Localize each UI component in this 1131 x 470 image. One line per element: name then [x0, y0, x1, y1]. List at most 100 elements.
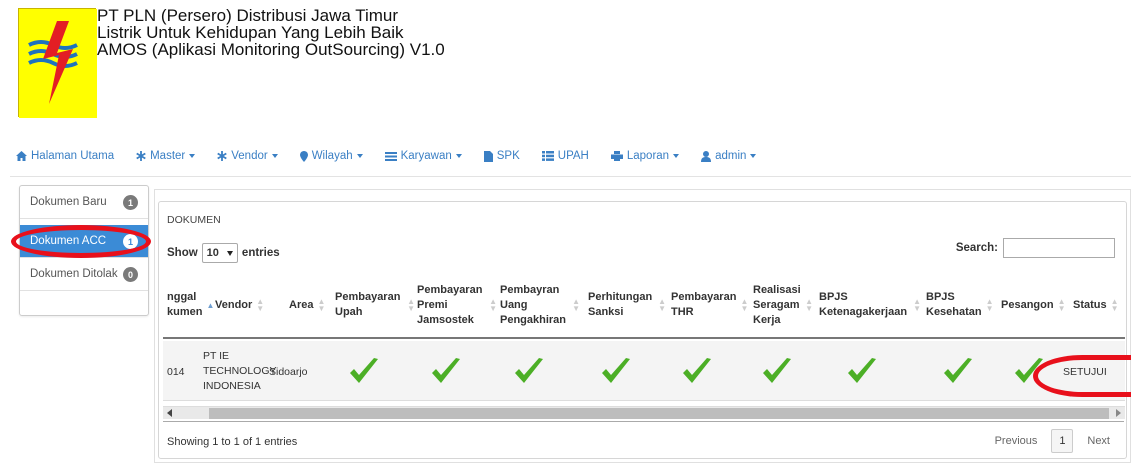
- asterisk-icon: [136, 151, 146, 161]
- column-header-pembayaran-thr[interactable]: Pembayaran THR ▲ ▼: [671, 273, 748, 337]
- column-header-bpjs-kesehatan[interactable]: BPJS Kesehatan ▲ ▼: [926, 273, 994, 337]
- main-navbar: Halaman Utama Master Vendor Wilayah Kary…: [16, 145, 778, 167]
- column-header-label: Pesangon: [1001, 298, 1054, 311]
- scrollbar-thumb[interactable]: [209, 408, 1109, 419]
- nav-master[interactable]: Master: [136, 150, 196, 162]
- sort-asc-icon: ▲: [206, 300, 215, 310]
- chevron-down-icon: [673, 154, 680, 158]
- entries-label: entries: [241, 247, 280, 259]
- header-text: PT PLN (Persero) Distribusi Jawa Timur L…: [97, 7, 445, 58]
- column-header-label: Pembayran Uang Pengakhiran: [500, 283, 567, 326]
- sort-icon: ▲ ▼: [256, 297, 265, 313]
- print-icon: [610, 151, 623, 161]
- sidebar-item-label: Dokumen ACC: [30, 235, 107, 247]
- sort-icon: ▲ ▼: [658, 297, 666, 313]
- nav-vendor[interactable]: Vendor: [217, 150, 278, 162]
- sort-icon: ▲ ▼: [740, 297, 749, 313]
- sidebar: Dokumen Baru 1 Dokumen ACC 1 Dokumen Dit…: [19, 185, 149, 316]
- next-button[interactable]: Next: [1079, 429, 1118, 453]
- nav-label: SPK: [496, 150, 520, 162]
- column-header-bpjs-ketenagakerjaan[interactable]: BPJS Ketenagakerjaan ▲ ▼: [819, 273, 921, 337]
- nav-halaman-utama[interactable]: Halaman Utama: [16, 150, 114, 162]
- dokumen-panel: DOKUMEN Show 10 entries Search: nggal ku…: [158, 201, 1127, 459]
- previous-button[interactable]: Previous: [987, 429, 1046, 453]
- column-header-label: BPJS Kesehatan: [926, 291, 982, 318]
- sort-icon: ▲ ▼: [985, 297, 994, 313]
- column-header-realisasi-seragam[interactable]: Realisasi Seragam Kerja ▲ ▼: [753, 273, 813, 337]
- sort-icon: ▲ ▼: [913, 297, 921, 313]
- sidebar-item-label: Dokumen Ditolak: [30, 268, 118, 280]
- check-icon: [848, 358, 876, 383]
- check-icon: [944, 358, 972, 383]
- sidebar-item-label: Dokumen Baru: [30, 196, 107, 208]
- column-header-pesangon[interactable]: Pesangon ▲ ▼: [1001, 273, 1066, 337]
- sort-icon: ▲ ▼: [1110, 297, 1119, 313]
- chevron-down-icon: [750, 154, 757, 158]
- sort-icon: ▲ ▼: [805, 297, 813, 313]
- sort-icon: ▲ ▼: [572, 297, 580, 313]
- horizontal-scrollbar[interactable]: [163, 406, 1125, 419]
- chevron-down-icon: [356, 154, 363, 158]
- check-icon: [515, 358, 543, 383]
- column-header-label: Vendor: [215, 298, 253, 311]
- nav-label: Master: [150, 150, 186, 162]
- nav-label: UPAH: [557, 150, 589, 162]
- column-header-pembayaran-upah[interactable]: Pembayaran Upah ▲ ▼: [335, 273, 415, 337]
- header-app-name: AMOS (Aplikasi Monitoring OutSourcing) V…: [97, 40, 445, 59]
- list-icon: [541, 151, 554, 161]
- column-header-label: Realisasi Seragam Kerja: [753, 283, 801, 326]
- header-slogan: Listrik Untuk Kehidupan Yang Lebih Baik: [97, 23, 404, 42]
- sidebar-item-dokumen-acc[interactable]: Dokumen ACC 1: [20, 225, 148, 258]
- status-badge: SETUJUI: [1063, 366, 1107, 378]
- sort-icon: ▲ ▼: [407, 297, 415, 313]
- column-header-label: nggal kumen: [167, 291, 203, 318]
- nav-admin[interactable]: admin: [701, 150, 757, 162]
- pln-logo: [18, 8, 97, 118]
- pagination: Previous 1 Next: [987, 429, 1118, 453]
- nav-laporan[interactable]: Laporan: [610, 150, 680, 162]
- search-label: Search:: [955, 242, 998, 254]
- column-header-uang-pengakhiran[interactable]: Pembayran Uang Pengakhiran ▲ ▼: [500, 273, 580, 337]
- nav-label: Vendor: [231, 150, 268, 162]
- nav-spk[interactable]: SPK: [483, 150, 520, 162]
- file-icon: [483, 150, 493, 162]
- column-header-premi-jamsostek[interactable]: Pembayaran Premi Jamsostek ▲ ▼: [417, 273, 497, 337]
- entries-select[interactable]: 10: [201, 243, 238, 263]
- column-header-perhitungan-sanksi[interactable]: Perhitungan Sanksi ▲ ▼: [588, 273, 666, 337]
- cell-tanggal: 014: [167, 366, 185, 378]
- sidebar-item-dokumen-ditolak[interactable]: Dokumen Ditolak 0: [20, 258, 148, 291]
- cell-area: Sidoarjo: [269, 366, 308, 378]
- table-header-divider: [163, 337, 1125, 339]
- sidebar-item-dokumen-baru[interactable]: Dokumen Baru 1: [20, 186, 148, 219]
- column-header-label: Pembayaran Premi Jamsostek: [417, 283, 483, 326]
- column-header-status[interactable]: Status ▲ ▼: [1073, 273, 1125, 337]
- chevron-down-icon: [455, 154, 462, 158]
- check-icon: [763, 358, 791, 383]
- scroll-right-arrow-icon[interactable]: [1116, 409, 1121, 417]
- pln-logo-icon: [19, 9, 97, 118]
- count-badge: 1: [123, 195, 138, 210]
- check-icon: [1015, 358, 1043, 383]
- search-control: Search:: [956, 238, 1115, 258]
- column-header-vendor[interactable]: Vendor ▲ ▼: [215, 273, 287, 337]
- check-icon: [683, 358, 711, 383]
- search-input[interactable]: [1003, 238, 1115, 258]
- column-header-label: Status: [1073, 298, 1107, 311]
- nav-wilayah[interactable]: Wilayah: [299, 150, 363, 162]
- nav-karyawan[interactable]: Karyawan: [384, 150, 462, 162]
- entries-length-control: Show 10 entries: [167, 243, 280, 263]
- nav-label: admin: [715, 150, 747, 162]
- cell-vendor: PT IE TECHNOLOGY INDONESIA: [203, 350, 277, 392]
- table-row[interactable]: 014 PT IE TECHNOLOGY INDONESIA Sidoarjo …: [163, 341, 1125, 401]
- nav-label: Karyawan: [400, 150, 452, 162]
- page-1-button[interactable]: 1: [1051, 429, 1074, 453]
- column-header-area[interactable]: Area ▲ ▼: [289, 273, 337, 337]
- nav-upah[interactable]: UPAH: [541, 150, 589, 162]
- sort-icon: ▲ ▼: [489, 297, 497, 313]
- scroll-left-arrow-icon[interactable]: [167, 409, 172, 417]
- chevron-down-icon: [271, 154, 278, 158]
- sort-icon: ▲ ▼: [317, 297, 326, 313]
- navbar-divider: [10, 176, 1131, 177]
- column-header-tanggal[interactable]: nggal kumen ▲: [167, 273, 215, 337]
- entries-select-value: 10: [206, 247, 219, 259]
